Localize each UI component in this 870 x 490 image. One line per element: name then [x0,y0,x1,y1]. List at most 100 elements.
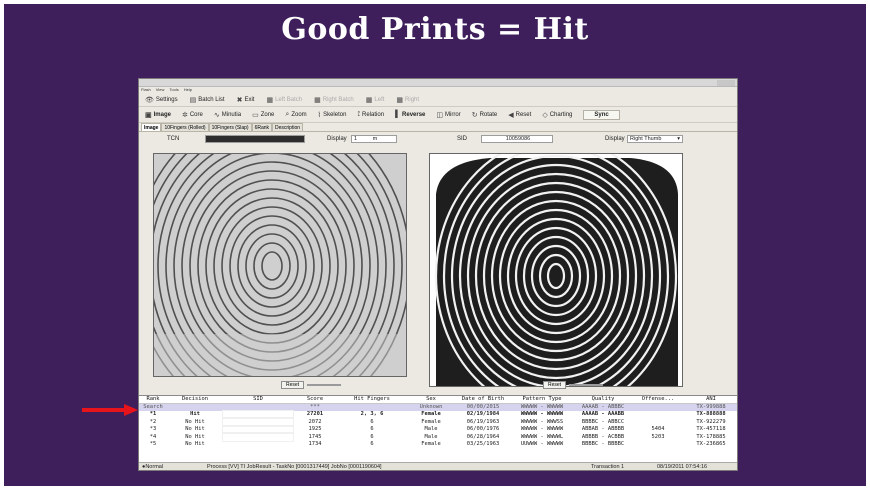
table-cell: 1734 [308,441,322,448]
sid-field[interactable]: 10059086 [481,135,553,143]
rotate-button[interactable]: ↻ Rotate [472,111,498,119]
core-button[interactable]: ✲ Core [182,111,203,119]
skeleton-button[interactable]: ⌇ Skeleton [318,111,347,119]
minutia-label: Minutia [221,111,242,118]
batch-list-button[interactable]: ▤ Batch List [190,96,225,104]
tab-description[interactable]: Description [272,123,304,131]
mirror-button[interactable]: ◫ Mirror [436,111,460,119]
table-cell [223,441,293,449]
table-cell: UUWWW - WWWWW [520,441,564,448]
menu-item-flash[interactable]: Flash [141,87,151,93]
relation-button[interactable]: ⟟ Relation [357,111,384,119]
tab-10fingers-rolled[interactable]: 10Fingers (Rolled) [161,123,209,131]
column-header-decision[interactable]: Decision [167,396,223,404]
column-header-score[interactable]: Score [293,396,337,404]
left-batch-button[interactable]: ▦ Left Batch [266,96,302,104]
rotate-icon: ↻ [471,111,478,119]
table-cell: 2, 3, 6 [360,411,384,418]
zone-button[interactable]: ▭ Zone [252,111,274,119]
sid-value: 10059086 [505,136,531,142]
menu-item-tools[interactable]: Tools [169,87,178,93]
table-row[interactable]: *2 No Hit 2072 6 Female 06/19/1963 WWWWW - WWW… [139,417,737,427]
exit-icon: ✖ [236,96,243,104]
image-button[interactable]: ▣ Image [145,111,171,119]
display-left-value: 1 [354,136,358,142]
table-row[interactable]: Search *** Unknown 00/00/2015 WWWWW - WWWWW A… [139,403,737,411]
column-header-rank[interactable]: Rank [139,396,167,404]
table-cell: No Hit [185,418,205,425]
table-cell: TX-236865 [696,441,726,448]
grid-icon: ▦ [314,96,321,104]
batch-list-label: Batch List [198,96,225,103]
reverse-button[interactable]: ▌ Reverse [395,111,425,118]
display-right-value: Right Thumb [630,136,662,142]
table-row[interactable]: *5 No Hit 1734 6 Female 03/25/1963 UUWWW - WWW… [139,441,737,449]
reset-button[interactable]: ◀ Reset [508,111,531,119]
column-header-offense[interactable]: Offense... [633,396,683,404]
window-controls[interactable] [717,80,735,86]
candidate-print-image[interactable] [429,153,683,387]
table-row[interactable]: *4 No Hit 1745 6 Male 06/28/1964 WWWWW - WWWWL… [139,432,737,442]
table-cell: 6 [370,426,374,433]
tab-image[interactable]: Image [141,123,162,131]
settings-label: Settings [155,96,178,103]
menu-item-view[interactable]: View [156,87,165,93]
reverse-icon: ▌ [395,111,401,118]
display-left-select[interactable]: 1 m [351,135,397,143]
table-cell: 03/25/1963 [466,441,500,448]
menu-item-help[interactable]: Help [184,87,192,93]
column-header-pattern-type[interactable]: Pattern Type [511,396,573,404]
charting-button[interactable]: ◇ Charting [542,111,572,119]
reset-label: Reset [515,111,532,118]
table-cell: Female [421,418,441,425]
tab-6rank[interactable]: 6Rank [251,123,273,131]
tab-10fingers-slap[interactable]: 10Fingers (Slap) [208,123,252,131]
minutia-button[interactable]: ∿ Minutia [214,111,241,119]
zoom-slider-left[interactable] [307,384,341,386]
table-cell: *5 [149,441,157,448]
table-cell: 06/00/1976 [466,426,500,433]
table-cell: TX-178885 [696,433,726,440]
sync-button[interactable]: Sync [583,109,620,120]
left-button[interactable]: ▦ Left [366,96,385,104]
toolbar-tools: ▣ Image ✲ Core ∿ Minutia ▭ Zone ⌕ Zoom ⌇ Skeleton ⟟ R… [139,107,737,123]
zone-label: Zone [260,111,275,118]
table-cell [633,411,683,419]
table-cell: TX-922279 [696,418,726,425]
column-header-date-of-birth[interactable]: Date of Birth [455,396,511,404]
zoom-button[interactable]: ⌕ Zoom [285,111,306,119]
table-cell: 6 [370,418,374,425]
table-cell: 6 [370,433,374,440]
candidate-table-panel: Rank Decision SID Score Hit Fingers Sex Date o… [139,395,737,462]
reset-icon: ◀ [508,111,514,119]
table-cell: 02/19/1984 [466,411,500,418]
exit-button[interactable]: ✖ Exit [237,96,255,104]
column-header-quality[interactable]: Quality [573,396,633,404]
right-batch-button[interactable]: ▦ Right Batch [314,96,354,104]
settings-button[interactable]: 👁 Settings [145,96,178,104]
table-cell: 1925 [308,426,322,433]
reset-right-button[interactable]: Reset [543,381,567,389]
column-header-sex[interactable]: Sex [407,396,455,404]
zoom-slider-right[interactable] [569,384,603,386]
table-cell [337,403,407,411]
table-row[interactable]: *1 Hit 27201 2, 3, 6 Female 02/19/1984 WWWWW -… [139,409,737,419]
display-right-select[interactable]: Right Thumb ▾ [627,135,683,143]
right-button[interactable]: ▦ Right [396,96,419,104]
table-cell: Search [139,403,167,411]
search-print-image[interactable] [153,153,407,377]
table-row[interactable]: *3 No Hit 1925 6 Male 06/00/1976 WWWWW - WWWWW… [139,424,737,434]
slide-title: Good Prints = Hit [281,12,589,47]
table-cell: ABBAB - ABBBB [581,426,625,433]
column-header-hit-fingers[interactable]: Hit Fingers [337,396,407,404]
table-cell: TX-999888 [683,403,737,411]
table-cell: 5404 [651,426,665,433]
table-cell: Male [424,433,438,440]
mirror-icon: ◫ [436,111,444,119]
column-header-sid[interactable]: SID [223,396,293,404]
reset-left-button[interactable]: Reset [281,381,305,389]
status-datetime: 08/19/2011 07:54:16 [657,464,708,470]
column-header-ani[interactable]: ANI [683,396,737,404]
tab-strip: Image 10Fingers (Rolled) 10Fingers (Slap) 6… [139,123,737,132]
tcn-field[interactable] [205,135,305,143]
